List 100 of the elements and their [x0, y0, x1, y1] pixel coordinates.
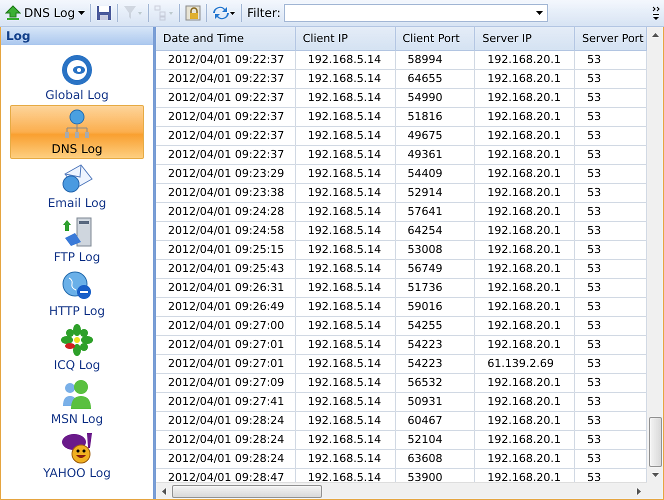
table-cell: 2012/04/01 09:23:38 — [156, 184, 296, 203]
table-cell: 192.168.20.1 — [475, 431, 576, 450]
table-cell: 192.168.20.1 — [475, 89, 576, 108]
smiley-icon — [61, 432, 93, 464]
table-cell: 192.168.5.14 — [296, 431, 396, 450]
table-cell: 192.168.5.14 — [296, 279, 396, 298]
table-cell: 192.168.20.1 — [475, 336, 576, 355]
table-cell: 2012/04/01 09:27:01 — [156, 336, 296, 355]
table-cell: 192.168.5.14 — [296, 108, 396, 127]
table-cell: 192.168.5.14 — [296, 241, 396, 260]
table-cell: 192.168.5.14 — [296, 127, 396, 146]
sidebar-item[interactable]: Global Log — [10, 51, 144, 105]
log-menu-button[interactable]: DNS Log — [2, 3, 88, 23]
table-cell: 192.168.5.14 — [296, 355, 396, 374]
scroll-thumb[interactable] — [648, 417, 662, 467]
table-cell: 54409 — [396, 165, 476, 184]
sidebar-item[interactable]: YAHOO Log — [10, 429, 144, 483]
sidebar-item[interactable]: FTP Log — [10, 213, 144, 267]
table-cell: 192.168.5.14 — [296, 146, 396, 165]
table-cell: 54255 — [396, 317, 476, 336]
table-cell: 2012/04/01 09:25:15 — [156, 241, 296, 260]
table-cell: 61.139.2.69 — [475, 355, 576, 374]
table-cell: 54990 — [396, 89, 476, 108]
table-cell: 192.168.5.14 — [296, 374, 396, 393]
table-cell: 59016 — [396, 298, 476, 317]
table-cell: 192.168.5.14 — [296, 222, 396, 241]
table-cell: 192.168.5.14 — [296, 317, 396, 336]
column-header[interactable]: Date and Time — [156, 27, 296, 50]
table-cell: 2012/04/01 09:22:37 — [156, 70, 296, 89]
table-cell: 2012/04/01 09:27:00 — [156, 317, 296, 336]
scroll-thumb[interactable] — [172, 484, 322, 498]
table-cell: 2012/04/01 09:22:37 — [156, 89, 296, 108]
table-cell: 192.168.20.1 — [475, 317, 576, 336]
table-cell: 192.168.20.1 — [475, 260, 576, 279]
sidebar-item[interactable]: Email Log — [10, 159, 144, 213]
table-cell: 2012/04/01 09:22:37 — [156, 51, 296, 70]
vertical-scrollbar[interactable] — [647, 27, 663, 499]
table-cell: 192.168.5.14 — [296, 70, 396, 89]
table-cell: 2012/04/01 09:24:58 — [156, 222, 296, 241]
table-cell: 50931 — [396, 393, 476, 412]
column-header[interactable]: Server IP — [475, 27, 576, 50]
table-cell: 56749 — [396, 260, 476, 279]
table-cell: 192.168.5.14 — [296, 165, 396, 184]
table-cell: 58994 — [396, 51, 476, 70]
table-cell: 192.168.20.1 — [475, 70, 576, 89]
table-cell: 192.168.20.1 — [475, 222, 576, 241]
table-cell: 63608 — [396, 450, 476, 469]
table-cell: 192.168.5.14 — [296, 184, 396, 203]
table-cell: 64254 — [396, 222, 476, 241]
table-cell: 192.168.20.1 — [475, 393, 576, 412]
table-cell: 2012/04/01 09:28:24 — [156, 431, 296, 450]
table-cell: 52104 — [396, 431, 476, 450]
table-cell: 192.168.20.1 — [475, 412, 576, 431]
globe-icon — [61, 270, 93, 302]
sidebar-item[interactable]: ICQ Log — [10, 321, 144, 375]
column-header[interactable]: Client IP — [296, 27, 396, 50]
table-cell: 2012/04/01 09:27:01 — [156, 355, 296, 374]
table-cell: 192.168.5.14 — [296, 89, 396, 108]
table-cell: 49361 — [396, 146, 476, 165]
table-cell: 53008 — [396, 241, 476, 260]
table-cell: 52914 — [396, 184, 476, 203]
sidebar-item[interactable]: DNS Log — [10, 105, 144, 159]
table-cell: 51816 — [396, 108, 476, 127]
eye-icon — [61, 54, 93, 86]
dropdown-arrow-icon — [536, 11, 543, 15]
caret-icon — [78, 11, 86, 15]
table-cell: 2012/04/01 09:25:43 — [156, 260, 296, 279]
table-cell: 54223 — [396, 355, 476, 374]
horizontal-scrollbar[interactable] — [156, 482, 647, 499]
table-cell: 192.168.5.14 — [296, 336, 396, 355]
table-cell: 56532 — [396, 374, 476, 393]
table-cell: 192.168.20.1 — [475, 165, 576, 184]
table-cell: 2012/04/01 09:22:37 — [156, 127, 296, 146]
table-cell: 192.168.20.1 — [475, 51, 576, 70]
table-cell: 2012/04/01 09:27:41 — [156, 393, 296, 412]
table-cell: 192.168.20.1 — [475, 203, 576, 222]
table-cell: 60467 — [396, 412, 476, 431]
table-cell: 192.168.20.1 — [475, 241, 576, 260]
table-cell: 192.168.20.1 — [475, 184, 576, 203]
table-cell: 192.168.20.1 — [475, 450, 576, 469]
table-cell: 49675 — [396, 127, 476, 146]
sidebar-item[interactable]: HTTP Log — [10, 267, 144, 321]
sidebar-item[interactable]: MSN Log — [10, 375, 144, 429]
overflow-icon[interactable] — [652, 5, 660, 21]
table-cell: 192.168.20.1 — [475, 374, 576, 393]
column-header[interactable]: Client Port — [396, 27, 476, 50]
table-cell: 192.168.5.14 — [296, 260, 396, 279]
table-cell: 2012/04/01 09:28:24 — [156, 412, 296, 431]
up-arrow-icon — [5, 5, 21, 21]
table-cell: 192.168.20.1 — [475, 127, 576, 146]
table-cell: 2012/04/01 09:24:28 — [156, 203, 296, 222]
flower-icon — [61, 324, 93, 356]
table-cell: 192.168.5.14 — [296, 203, 396, 222]
table-cell: 192.168.5.14 — [296, 393, 396, 412]
filter-label: Filter: — [247, 6, 281, 20]
table-cell: 2012/04/01 09:26:49 — [156, 298, 296, 317]
table-cell: 54223 — [396, 336, 476, 355]
table-cell: 192.168.20.1 — [475, 298, 576, 317]
table-cell: 57641 — [396, 203, 476, 222]
table-cell: 192.168.5.14 — [296, 412, 396, 431]
